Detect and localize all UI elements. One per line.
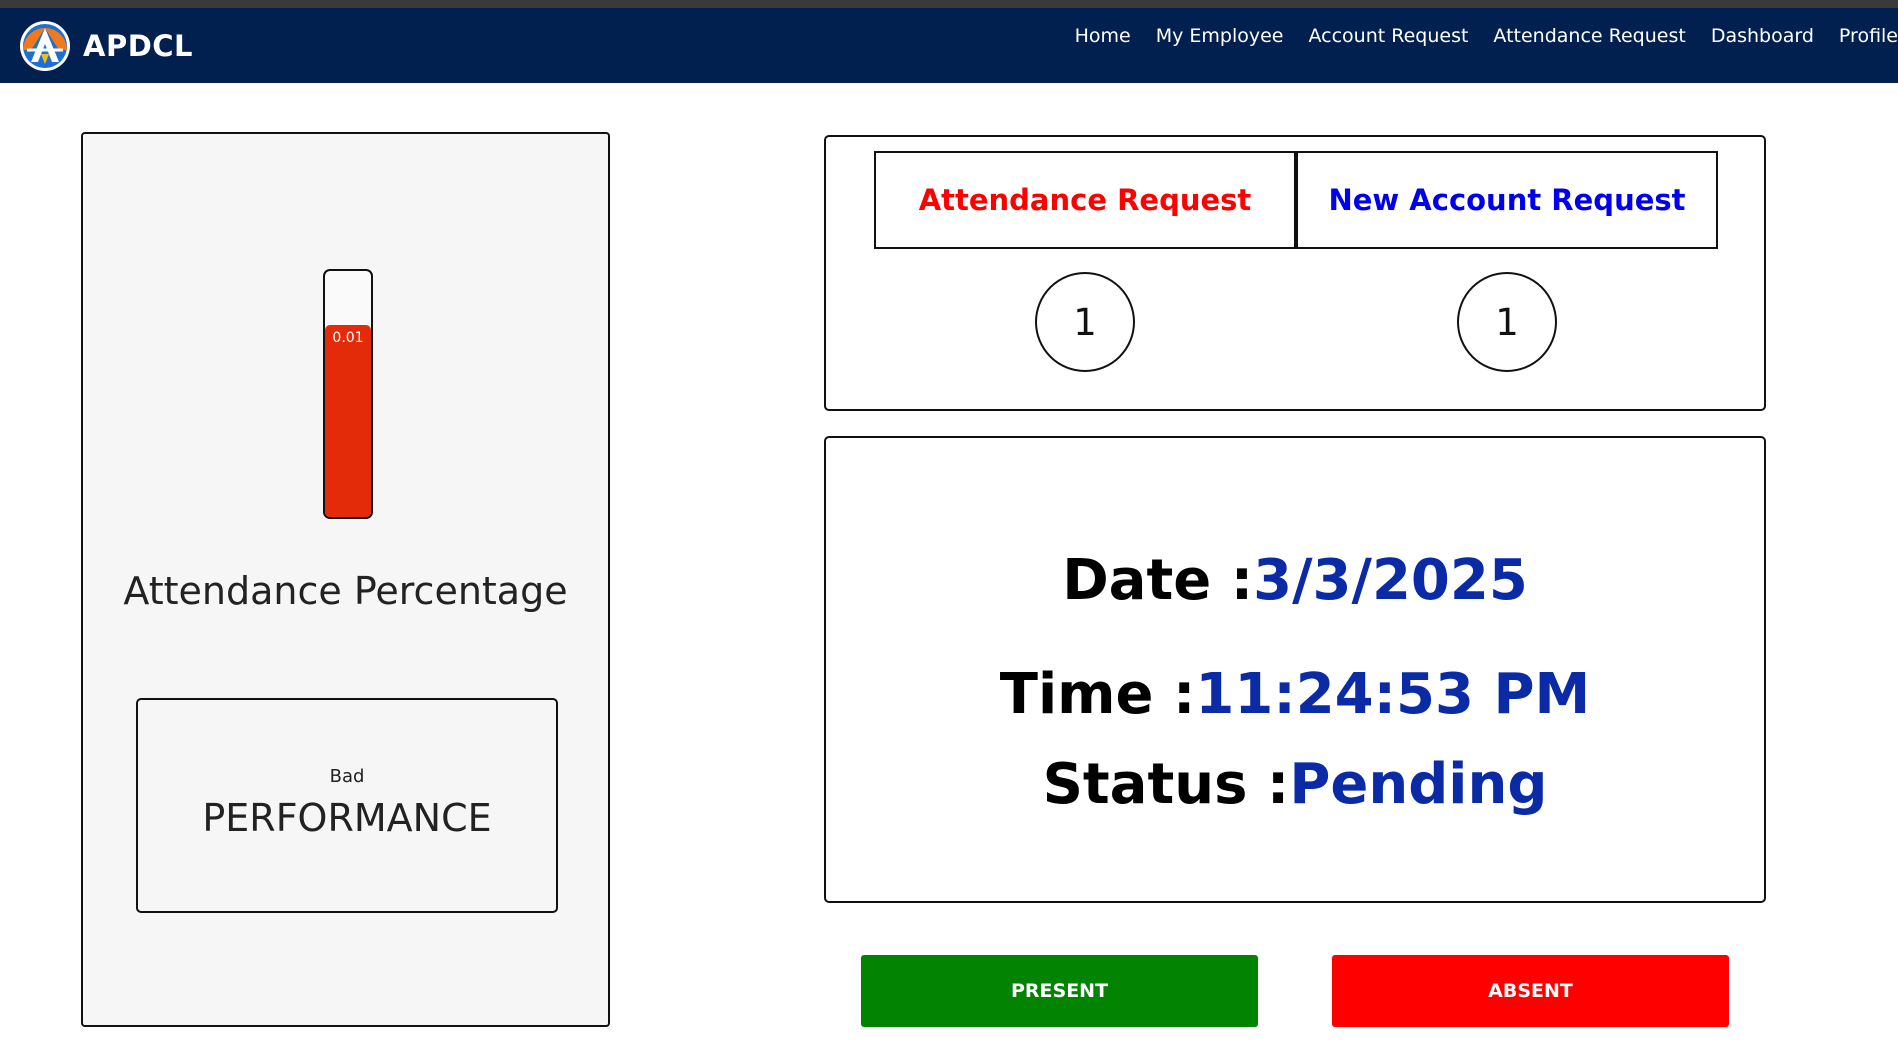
account-request-count: 1	[1457, 272, 1557, 372]
nav-dashboard[interactable]: Dashboard	[1711, 25, 1814, 47]
date-value: 3/3/2025	[1253, 548, 1528, 613]
nav-account-request[interactable]: Account Request	[1308, 25, 1468, 47]
nav-links: Home My Employee Account Request Attenda…	[1050, 25, 1898, 47]
requests-card: Attendance Request New Account Request 1…	[824, 135, 1766, 411]
time-value: 11:24:53 PM	[1195, 662, 1591, 727]
status-label: Status :	[1042, 752, 1290, 817]
attendance-request-count: 1	[1035, 272, 1135, 372]
navbar: APDCL Home My Employee Account Request A…	[0, 8, 1898, 83]
attendance-gauge-fill: 0.01	[325, 325, 371, 517]
nav-home[interactable]: Home	[1075, 25, 1131, 47]
date-line: Date :3/3/2025	[826, 548, 1764, 613]
date-label: Date :	[1062, 548, 1254, 613]
performance-rating: Bad	[329, 766, 365, 787]
status-card: Date :3/3/2025 Time :11:24:53 PM Status …	[824, 436, 1766, 903]
attendance-card: 0.01 Attendance Percentage Bad PERFORMAN…	[81, 132, 610, 1027]
status-value: Pending	[1289, 752, 1548, 817]
brand-name: APDCL	[83, 29, 194, 63]
absent-button[interactable]: ABSENT	[1332, 955, 1729, 1027]
new-account-request-tab[interactable]: New Account Request	[1296, 151, 1718, 249]
attendance-gauge: 0.01	[323, 269, 373, 519]
top-strip	[0, 0, 1898, 8]
attendance-title: Attendance Percentage	[123, 569, 568, 613]
attendance-request-tab[interactable]: Attendance Request	[874, 151, 1296, 249]
performance-heading: PERFORMANCE	[202, 796, 492, 840]
status-line: Status :Pending	[826, 752, 1764, 817]
apdcl-logo-icon	[20, 21, 70, 71]
present-button[interactable]: PRESENT	[861, 955, 1258, 1027]
nav-profile[interactable]: Profile	[1839, 25, 1898, 47]
brand[interactable]: APDCL	[19, 20, 193, 72]
time-line: Time :11:24:53 PM	[826, 662, 1764, 727]
nav-my-employee[interactable]: My Employee	[1156, 25, 1284, 47]
nav-attendance-request[interactable]: Attendance Request	[1493, 25, 1685, 47]
attendance-gauge-value: 0.01	[332, 330, 364, 347]
time-label: Time :	[999, 662, 1196, 727]
performance-box: Bad PERFORMANCE	[136, 698, 558, 913]
